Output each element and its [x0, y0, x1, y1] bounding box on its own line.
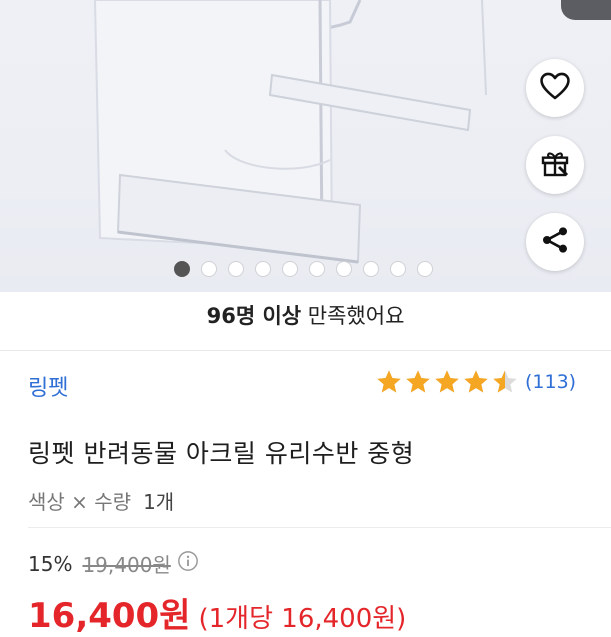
- rating-stars: [375, 368, 520, 396]
- info-icon[interactable]: [177, 550, 199, 577]
- carousel-dot[interactable]: [201, 261, 217, 277]
- satisfaction-count: 96명 이상: [206, 304, 302, 328]
- brand-link[interactable]: 링펫: [28, 370, 68, 402]
- heart-icon: [538, 69, 572, 107]
- product-image-carousel[interactable]: [0, 0, 611, 292]
- carousel-dot[interactable]: [255, 261, 271, 277]
- gift-icon: [539, 147, 571, 183]
- share-icon: [539, 224, 571, 260]
- original-price: 19,400원: [82, 553, 171, 577]
- satisfaction-text: 만족했어요: [301, 304, 405, 328]
- carousel-dot[interactable]: [417, 261, 433, 277]
- share-button[interactable]: [526, 213, 584, 271]
- divider: [28, 527, 611, 528]
- satisfaction-banner: 96명 이상 만족했어요: [0, 300, 611, 330]
- star-icon: [493, 370, 517, 393]
- carousel-dot[interactable]: [282, 261, 298, 277]
- star-icon: [435, 370, 459, 393]
- carousel-dot[interactable]: [363, 261, 379, 277]
- option-summary: 색상 × 수량 1개: [28, 486, 174, 515]
- review-count[interactable]: (113): [525, 371, 576, 393]
- carousel-dot[interactable]: [390, 261, 406, 277]
- star-icon: [406, 370, 430, 393]
- carousel-dot[interactable]: [309, 261, 325, 277]
- carousel-pagination[interactable]: [174, 261, 433, 277]
- carousel-dot[interactable]: [336, 261, 352, 277]
- option-label: 색상 × 수량: [28, 490, 132, 514]
- final-price-row: 16,400원 (1개당 16,400원): [28, 588, 406, 637]
- discount-rate: 15%: [28, 551, 73, 576]
- final-price: 16,400원: [28, 596, 191, 636]
- carousel-dot[interactable]: [228, 261, 244, 277]
- option-value: 1개: [143, 490, 175, 514]
- rating[interactable]: (113): [375, 368, 576, 396]
- product-image: [93, 0, 487, 264]
- star-icon: [464, 370, 488, 393]
- gift-button[interactable]: [526, 136, 584, 194]
- unit-price: (1개당 16,400원): [198, 604, 407, 634]
- star-icon: [377, 370, 401, 393]
- product-title: 링펫 반려동물 아크릴 유리수반 중형: [28, 439, 415, 468]
- divider: [0, 350, 611, 351]
- like-button[interactable]: [526, 59, 584, 117]
- overlay-corner: [561, 0, 611, 20]
- carousel-dot[interactable]: [174, 261, 190, 277]
- price-row: 15% 19,400원: [28, 549, 199, 578]
